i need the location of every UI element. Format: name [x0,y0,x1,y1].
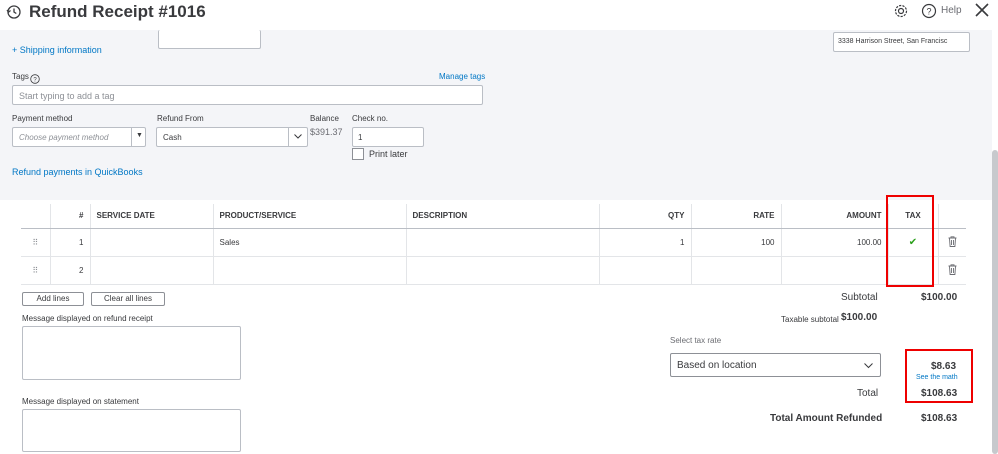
qty-cell[interactable] [599,256,692,285]
taxable-subtotal-value: $100.00 [841,312,878,323]
line-items-table: # SERVICE DATE PRODUCT/SERVICE DESCRIPTI… [21,204,966,285]
form-header-area: + Shipping information 3338 Harrison Str… [0,30,992,200]
qty-cell[interactable]: 1 [599,228,692,257]
service-date-cell[interactable] [90,228,214,257]
col-header-qty: QTY [599,204,692,229]
tags-placeholder: Start typing to add a tag [19,91,115,101]
statement-message-input[interactable] [22,409,241,452]
amount-cell[interactable] [781,256,889,285]
tags-input[interactable]: Start typing to add a tag [12,85,483,105]
svg-text:?: ? [926,7,931,17]
total-amount-refunded-value: $108.63 [921,413,958,424]
col-header-service-date: SERVICE DATE [90,204,214,229]
balance-value: $391.37 [310,127,343,137]
drag-handle-icon[interactable]: ⠿ [21,228,51,257]
print-later-checkbox[interactable] [352,148,364,160]
product-service-cell[interactable]: Sales [213,228,407,257]
customer-field[interactable] [158,30,261,49]
total-amount-refunded-label: Total Amount Refunded [770,413,883,424]
col-header-description: DESCRIPTION [406,204,600,229]
table-row[interactable]: ⠿ 1 Sales 1 100 100.00 ✔ [21,228,966,257]
tax-rate-select[interactable]: Based on location [670,353,881,377]
row-number: 1 [50,228,91,257]
header: Refund Receipt #1016 ? Help [0,0,998,30]
col-header-product-service: PRODUCT/SERVICE [213,204,407,229]
trash-col-header [938,204,966,229]
col-header-amount: AMOUNT [781,204,889,229]
payment-method-placeholder: Choose payment method [19,133,109,142]
subtotal-value: $100.00 [921,292,958,303]
billing-address-field[interactable]: 3338 Harrison Street, San Francisc [833,32,970,52]
balance-label: Balance [310,114,339,123]
shipping-information-link[interactable]: + Shipping information [12,45,102,55]
payment-method-label: Payment method [12,114,73,123]
chevron-down-icon [293,131,303,143]
clear-all-lines-button[interactable]: Clear all lines [91,292,165,306]
product-service-cell[interactable] [213,256,407,285]
rate-cell[interactable]: 100 [691,228,782,257]
print-later-label: Print later [369,149,408,159]
caret-down-icon: ▼ [136,132,143,139]
refund-from-label: Refund From [157,114,204,123]
payment-method-select[interactable]: Choose payment method ▼ [12,127,146,147]
drag-col-header [21,204,51,229]
col-header-rate: RATE [691,204,782,229]
add-lines-button[interactable]: Add lines [22,292,84,306]
row-number: 2 [50,256,91,285]
help-label[interactable]: Help [941,5,962,16]
service-date-cell[interactable] [90,256,214,285]
check-no-input[interactable]: 1 [352,127,424,147]
chevron-down-icon [863,360,874,373]
trash-icon[interactable] [938,256,966,285]
close-icon[interactable] [974,2,990,23]
page-title: Refund Receipt #1016 [29,2,206,21]
taxable-subtotal-label: Taxable subtotal [781,315,839,324]
help-circle-icon[interactable]: ? [921,3,937,24]
refund-from-select[interactable]: Cash [156,127,308,147]
refund-payments-link[interactable]: Refund payments in QuickBooks [12,167,143,177]
drag-handle-icon[interactable]: ⠿ [21,256,51,285]
subtotal-label: Subtotal [841,292,878,303]
total-label: Total [857,388,879,399]
description-cell[interactable] [406,256,600,285]
gear-icon[interactable] [893,3,909,24]
totals-highlight [905,349,973,403]
table-row[interactable]: ⠿ 2 [21,256,966,285]
col-header-number: # [50,204,91,229]
rate-cell[interactable] [691,256,782,285]
description-cell[interactable] [406,228,600,257]
refund-receipt-message-label: Message displayed on refund receipt [22,314,153,323]
amount-cell[interactable]: 100.00 [781,228,889,257]
select-tax-rate-label: Select tax rate [670,336,722,345]
manage-tags-link[interactable]: Manage tags [439,72,485,81]
tax-column-highlight [886,195,934,287]
check-no-value: 1 [358,133,363,142]
statement-message-label: Message displayed on statement [22,397,139,406]
scrollbar[interactable] [992,150,998,454]
tax-rate-value: Based on location [677,360,757,371]
history-icon[interactable] [6,4,22,25]
refund-from-value: Cash [163,133,182,142]
billing-address-value: 3338 Harrison Street, San Francisc [838,38,948,45]
check-no-label: Check no. [352,114,389,123]
trash-icon[interactable] [938,228,966,257]
tags-label: Tags [12,72,29,81]
refund-receipt-message-input[interactable] [22,326,241,380]
